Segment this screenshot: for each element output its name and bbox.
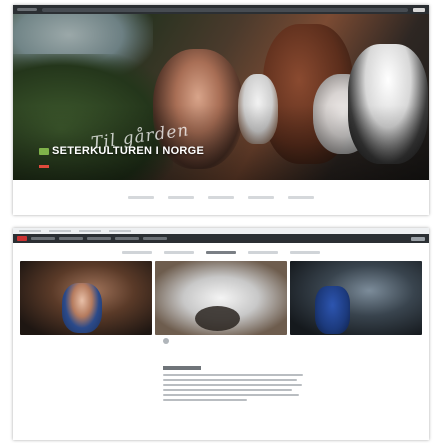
nav-menu-placeholder	[42, 7, 408, 12]
article-line	[163, 384, 302, 386]
utility-link[interactable]	[79, 230, 101, 232]
logo-mark-icon	[39, 147, 49, 155]
photo-subject	[62, 283, 102, 333]
section-link[interactable]	[208, 195, 234, 199]
section-link[interactable]	[288, 195, 314, 199]
gallery-photo-cow[interactable]	[290, 261, 422, 335]
gallery-photo-calf[interactable]	[155, 261, 287, 335]
article-line	[163, 389, 292, 391]
nav-link[interactable]	[31, 237, 55, 240]
utility-link[interactable]	[49, 230, 71, 232]
nav-link[interactable]	[115, 237, 139, 240]
nav-action-button[interactable]	[411, 236, 425, 241]
main-nav-bar	[13, 234, 429, 243]
gallery-photo-barn[interactable]	[20, 261, 152, 335]
nav-button[interactable]	[413, 7, 425, 12]
section-link[interactable]	[248, 195, 274, 199]
section-links	[13, 183, 429, 211]
tab[interactable]	[290, 250, 320, 254]
section-link[interactable]	[168, 195, 194, 199]
article-line	[163, 374, 303, 376]
article-line	[163, 399, 247, 401]
hero-title-text: SETERKULTUREN I NORGE	[52, 145, 205, 157]
utility-link[interactable]	[109, 230, 131, 232]
hero-title: SETERKULTUREN I NORGE	[39, 145, 204, 157]
photo-subject	[195, 306, 240, 331]
homepage-screenshot: Til gården SETERKULTUREN I NORGE	[13, 5, 429, 215]
hero-accent-bar	[39, 165, 49, 168]
article-body	[163, 366, 303, 404]
top-nav-bar	[13, 5, 429, 14]
section-link[interactable]	[128, 195, 154, 199]
tab[interactable]	[122, 250, 152, 254]
article-line	[163, 379, 298, 381]
article-screenshot	[13, 228, 429, 440]
photo-gallery	[20, 261, 422, 335]
section-tabs	[13, 243, 429, 261]
tab[interactable]	[164, 250, 194, 254]
gallery-dot[interactable]	[163, 338, 169, 344]
article-heading	[163, 366, 201, 370]
tab[interactable]	[248, 250, 278, 254]
utility-link[interactable]	[19, 230, 41, 232]
article-line	[163, 394, 299, 396]
nav-link[interactable]	[143, 237, 167, 240]
nav-link[interactable]	[59, 237, 83, 240]
photo-subject	[315, 286, 350, 334]
nav-link[interactable]	[87, 237, 111, 240]
nav-logo[interactable]	[17, 8, 37, 11]
tab-active[interactable]	[206, 250, 236, 254]
brand-logo[interactable]	[17, 236, 27, 241]
